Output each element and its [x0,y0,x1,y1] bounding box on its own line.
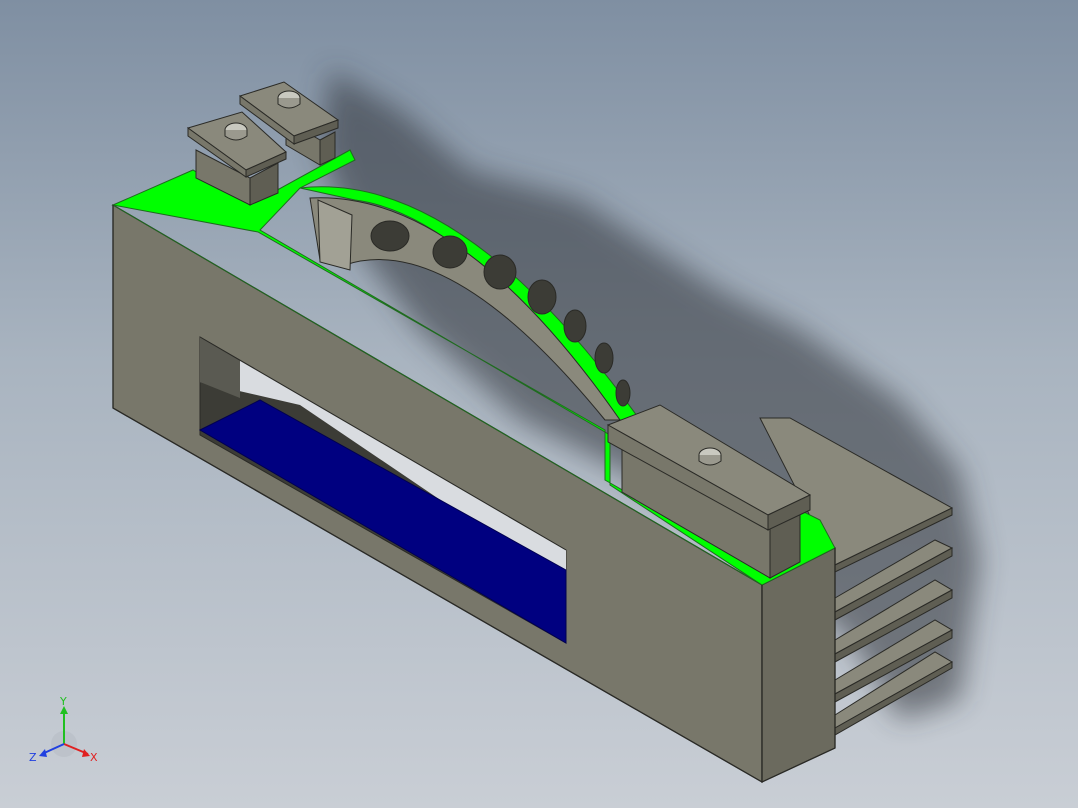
z-axis-arrow-icon [39,749,47,757]
x-axis-arrow-icon [82,749,90,757]
3d-model-view[interactable] [0,0,1078,808]
body-end-cap [761,547,836,783]
z-axis-label: Z [29,751,37,764]
x-axis-label: X [90,751,98,764]
orientation-triad[interactable]: Y X Z [26,694,106,770]
graphics-viewport[interactable]: Y X Z [0,0,1078,808]
y-axis-label: Y [59,695,67,708]
